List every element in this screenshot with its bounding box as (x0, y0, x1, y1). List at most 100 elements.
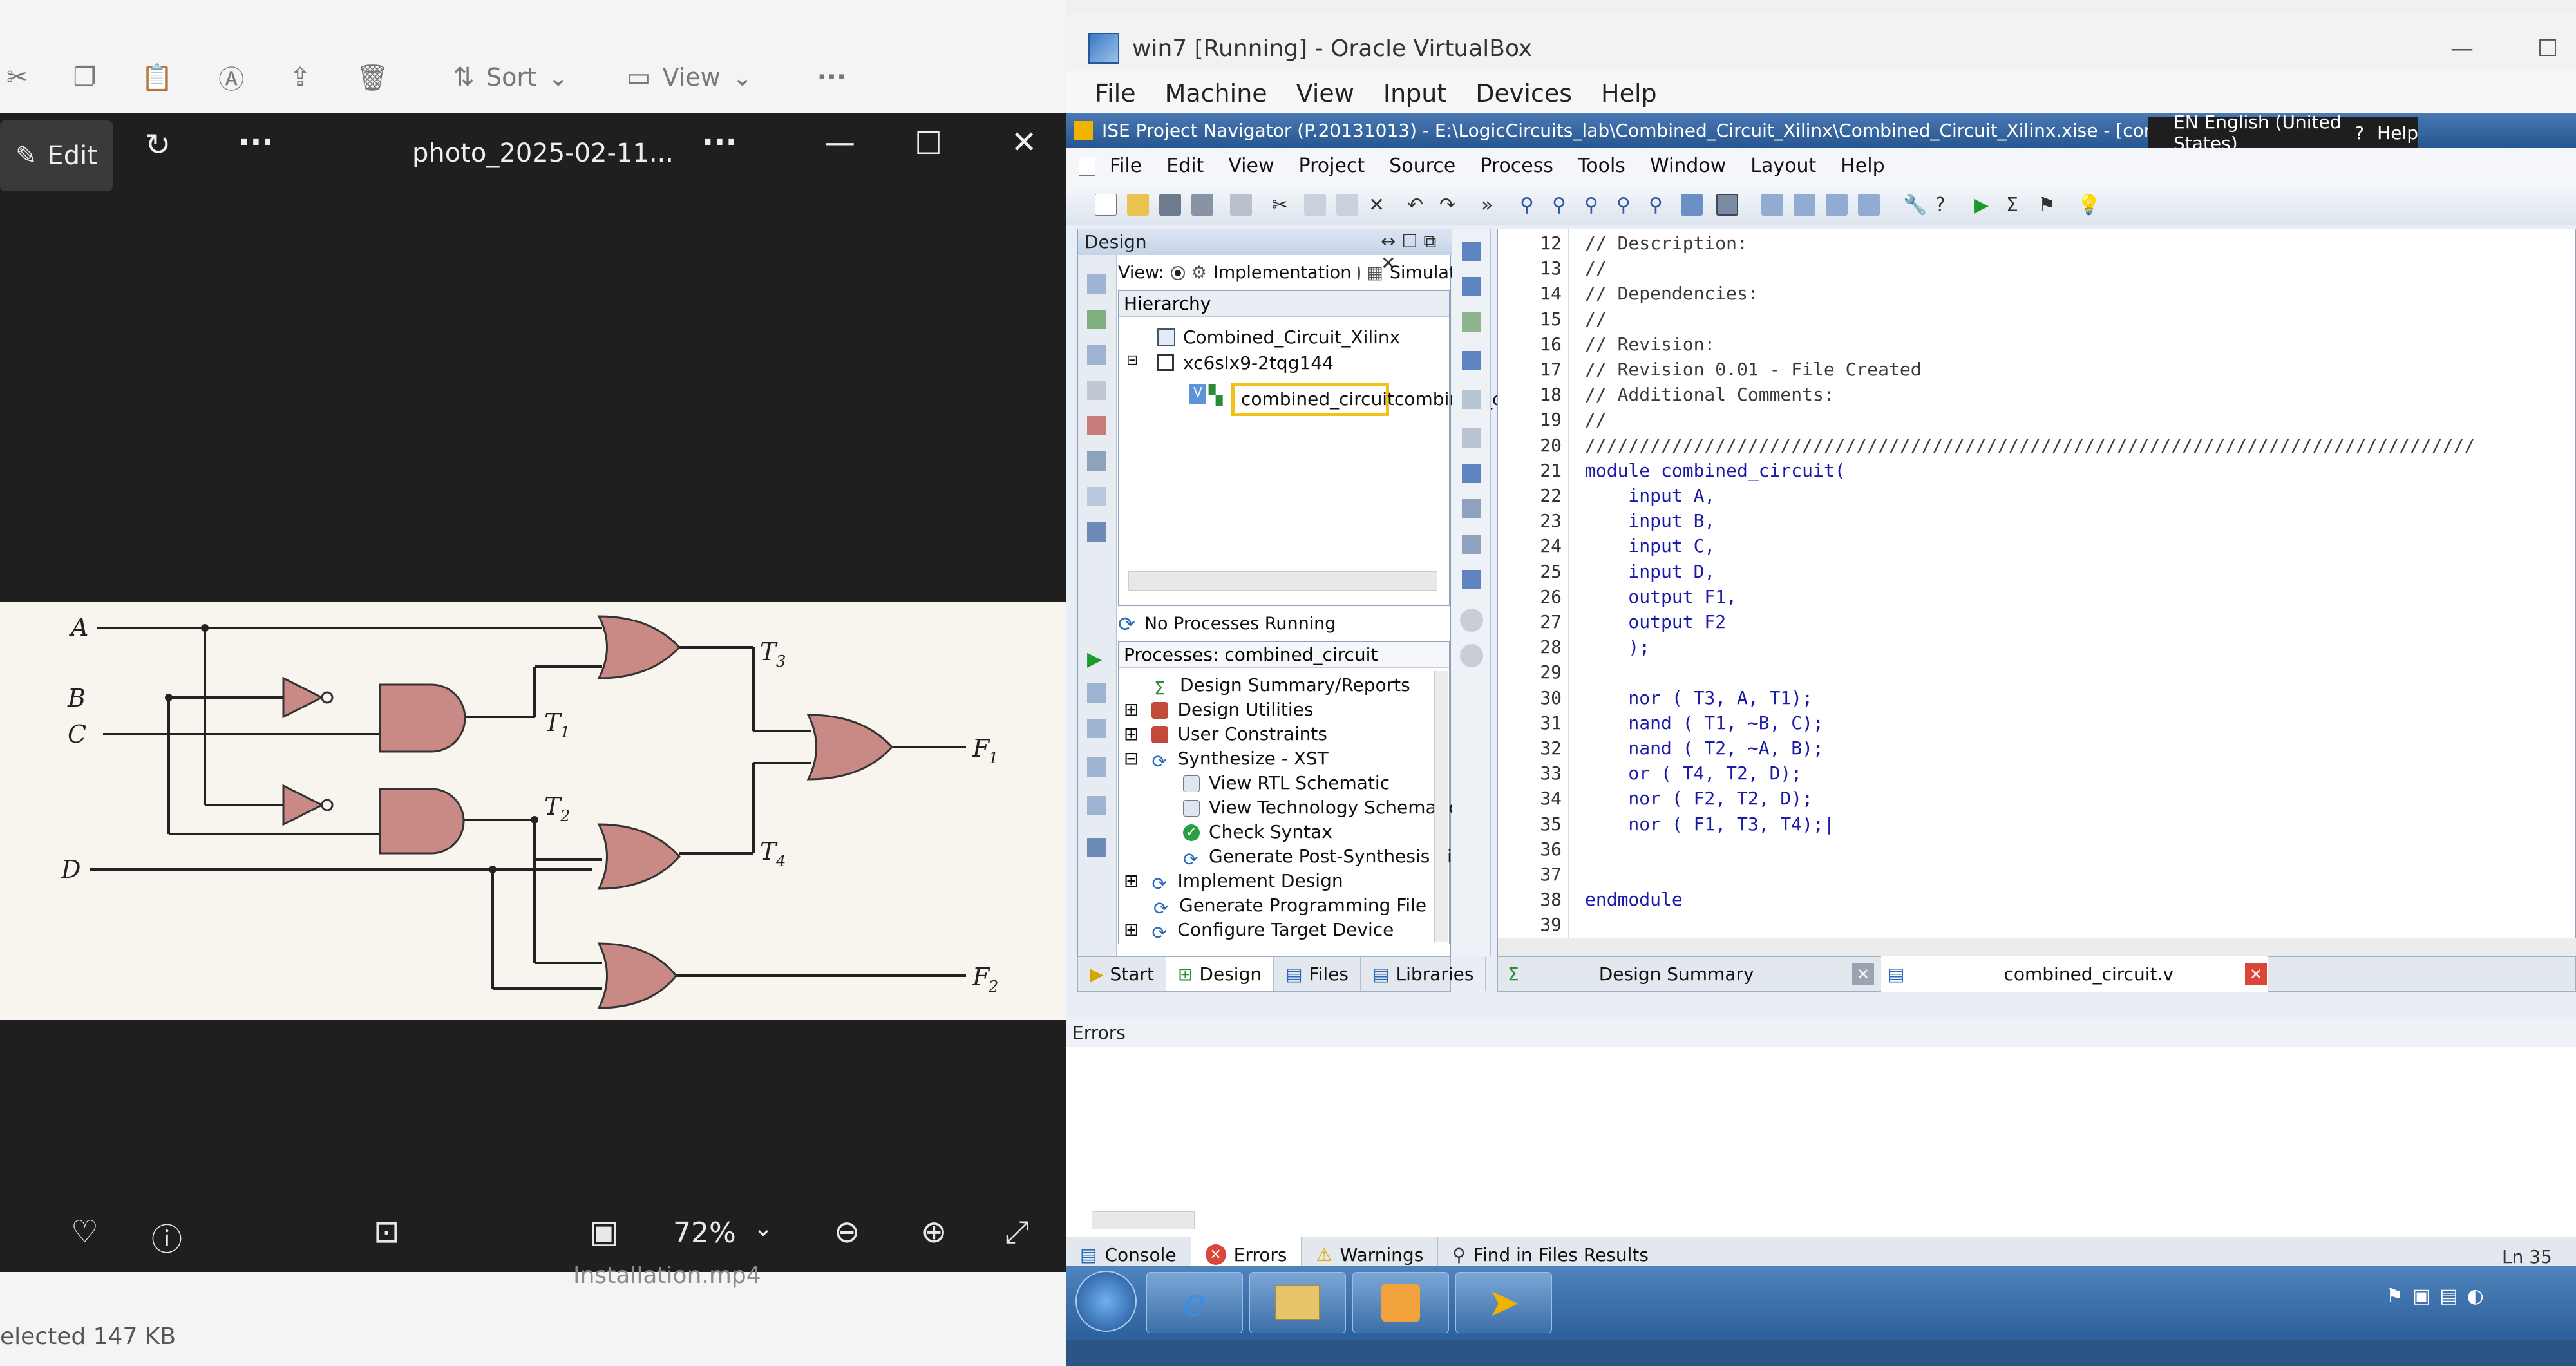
open-icon[interactable] (1127, 194, 1149, 216)
delete-icon[interactable]: 🗑 (356, 62, 389, 93)
more-icon[interactable]: ··· (238, 124, 274, 160)
hierarchy-module[interactable]: combined_circuit (1241, 388, 1394, 410)
menu-file[interactable]: File (1095, 79, 1136, 108)
more-options-button[interactable]: ··· (817, 62, 847, 92)
tray-icons[interactable]: ⚑▣▤◐ (2386, 1285, 2493, 1307)
process-item[interactable]: ⊞ ⟳ Configure Target Device (1124, 919, 1394, 940)
layout-icon[interactable] (1826, 194, 1848, 216)
toggle-icon[interactable] (1716, 194, 1738, 216)
ise-menu-source[interactable]: Source (1389, 155, 1455, 177)
ise-menu-layout[interactable]: Layout (1750, 155, 1816, 177)
process-item[interactable]: ⟳ Generate Post-Synthesis Si... (1183, 846, 1470, 870)
save-icon[interactable] (1159, 194, 1181, 216)
media-player-button[interactable] (1352, 1272, 1449, 1333)
sigma-icon[interactable]: Σ (2006, 194, 2028, 216)
implementation-radio[interactable] (1170, 265, 1185, 280)
help-icon[interactable]: ? (2354, 122, 2364, 144)
process-item[interactable]: ✓ Check Syntax (1183, 821, 1332, 842)
tool-icon[interactable] (1462, 499, 1481, 518)
simulation-radio[interactable] (1358, 265, 1361, 280)
process-item[interactable]: View RTL Schematic (1183, 772, 1390, 793)
tool-icon[interactable] (1462, 312, 1481, 332)
menu-help[interactable]: Help (1601, 79, 1657, 108)
language-bar[interactable]: EN English (United States) ? Help (2148, 111, 2418, 154)
ise-menu-view[interactable]: View (1228, 155, 1274, 177)
lightbulb-icon[interactable]: 💡 (2077, 194, 2101, 216)
internet-explorer-button[interactable]: ℯ (1146, 1272, 1243, 1333)
ise-menu-project[interactable]: Project (1299, 155, 1365, 177)
close-button[interactable]: ✕ (1011, 124, 1037, 160)
process-item[interactable]: ⊞ Design Utilities (1124, 699, 1313, 720)
zoom-in-icon[interactable]: ⚲ (1520, 194, 1542, 216)
tool-icon[interactable] (1087, 451, 1106, 471)
copy-icon[interactable] (1304, 194, 1326, 216)
sort-button[interactable]: Sort (486, 63, 536, 91)
tool-icon[interactable] (1087, 381, 1106, 400)
ise-menu-window[interactable]: Window (1650, 155, 1726, 177)
heart-icon[interactable]: ♡ (71, 1214, 99, 1250)
ise-menu-file[interactable]: File (1110, 155, 1142, 177)
tab-libraries[interactable]: ▤ Libraries (1361, 957, 1486, 991)
layout-icon[interactable] (1761, 194, 1783, 216)
explorer-button[interactable] (1249, 1272, 1346, 1333)
tool-icon[interactable] (1462, 351, 1481, 370)
edit-button[interactable]: ✎ Edit (0, 120, 113, 191)
rotate-icon[interactable]: ↻ (145, 127, 171, 163)
tool-icon[interactable] (1087, 838, 1106, 857)
tool-icon[interactable] (1087, 274, 1106, 294)
rename-icon[interactable]: Ⓐ (218, 59, 244, 96)
expand-icon[interactable]: ⊞ (1124, 723, 1139, 745)
help-icon[interactable]: ? (1935, 194, 1957, 216)
tool-icon[interactable] (1462, 277, 1481, 296)
tool-icon[interactable] (1087, 796, 1106, 815)
expand-icon[interactable]: ⊞ (1124, 919, 1139, 940)
overflow-icon[interactable]: » (1481, 194, 1503, 216)
undo-icon[interactable]: ↶ (1407, 194, 1429, 216)
zoom-level[interactable]: 72% (673, 1217, 736, 1249)
new-file-icon[interactable] (1095, 194, 1117, 216)
slideshow-icon[interactable]: ▣ (589, 1214, 618, 1250)
collapse-icon[interactable]: ⊟ (1124, 748, 1139, 769)
tool-icon[interactable] (1462, 570, 1481, 589)
process-item[interactable]: ⊞ ⟳ Implement Design (1124, 870, 1343, 895)
tool-icon[interactable] (1087, 487, 1106, 506)
editor-scrollbar[interactable] (1498, 938, 2576, 956)
process-item[interactable]: ⊟ ⟳ Synthesize - XST (1124, 748, 1329, 772)
tool-icon[interactable] (1087, 416, 1106, 435)
process-item[interactable]: Σ Design Summary/Reports (1154, 674, 1410, 699)
process-item[interactable]: ⊞ User Constraints (1124, 723, 1327, 745)
maximize-button[interactable]: ☐ (914, 126, 942, 162)
fullscreen-icon[interactable]: ⤢ (1005, 1214, 1029, 1251)
menu-devices[interactable]: Devices (1475, 79, 1572, 108)
delete-icon[interactable]: ✕ (1368, 194, 1390, 216)
tool-icon[interactable] (1087, 719, 1106, 738)
save-all-icon[interactable] (1191, 194, 1213, 216)
zoom-fit-icon[interactable]: ⚲ (1584, 194, 1606, 216)
zoom-in-icon[interactable]: ⊕ (921, 1214, 947, 1250)
sort-icon[interactable]: ⇅ (453, 62, 475, 92)
maximize-button[interactable]: ☐ (2537, 35, 2558, 62)
minimize-button[interactable]: — (2450, 35, 2474, 62)
menu-machine[interactable]: Machine (1165, 79, 1267, 108)
implementation-label[interactable]: Implementation (1213, 263, 1351, 283)
tab-combined-circuit-v[interactable]: ▤ combined_circuit.v (1881, 956, 2268, 992)
menu-view[interactable]: View (1296, 79, 1354, 108)
back-icon[interactable] (1460, 609, 1483, 632)
code-area[interactable]: // Description: // // Dependencies: // // Re… (1498, 229, 2576, 938)
tool-icon[interactable] (1462, 390, 1481, 409)
minimize-button[interactable]: — (824, 124, 855, 160)
tool-icon[interactable] (1462, 242, 1481, 261)
run-icon[interactable]: ▶ (1974, 194, 1996, 216)
tool-icon[interactable] (1087, 757, 1106, 777)
cut-icon[interactable]: ✂ (1272, 194, 1294, 216)
scan-icon[interactable]: ⊡ (374, 1214, 399, 1250)
tool-icon[interactable] (1462, 464, 1481, 483)
errors-scrollbar[interactable] (1092, 1211, 1195, 1229)
tool-icon[interactable] (1087, 310, 1106, 329)
ise-menu-edit[interactable]: Edit (1166, 155, 1204, 177)
stop-icon[interactable]: ⚑ (2038, 194, 2060, 216)
tab-design[interactable]: ⊞ Design (1166, 957, 1274, 991)
info-icon[interactable]: ⓘ (151, 1214, 182, 1259)
ise-menu-process[interactable]: Process (1480, 155, 1553, 177)
start-button[interactable] (1075, 1271, 1137, 1332)
